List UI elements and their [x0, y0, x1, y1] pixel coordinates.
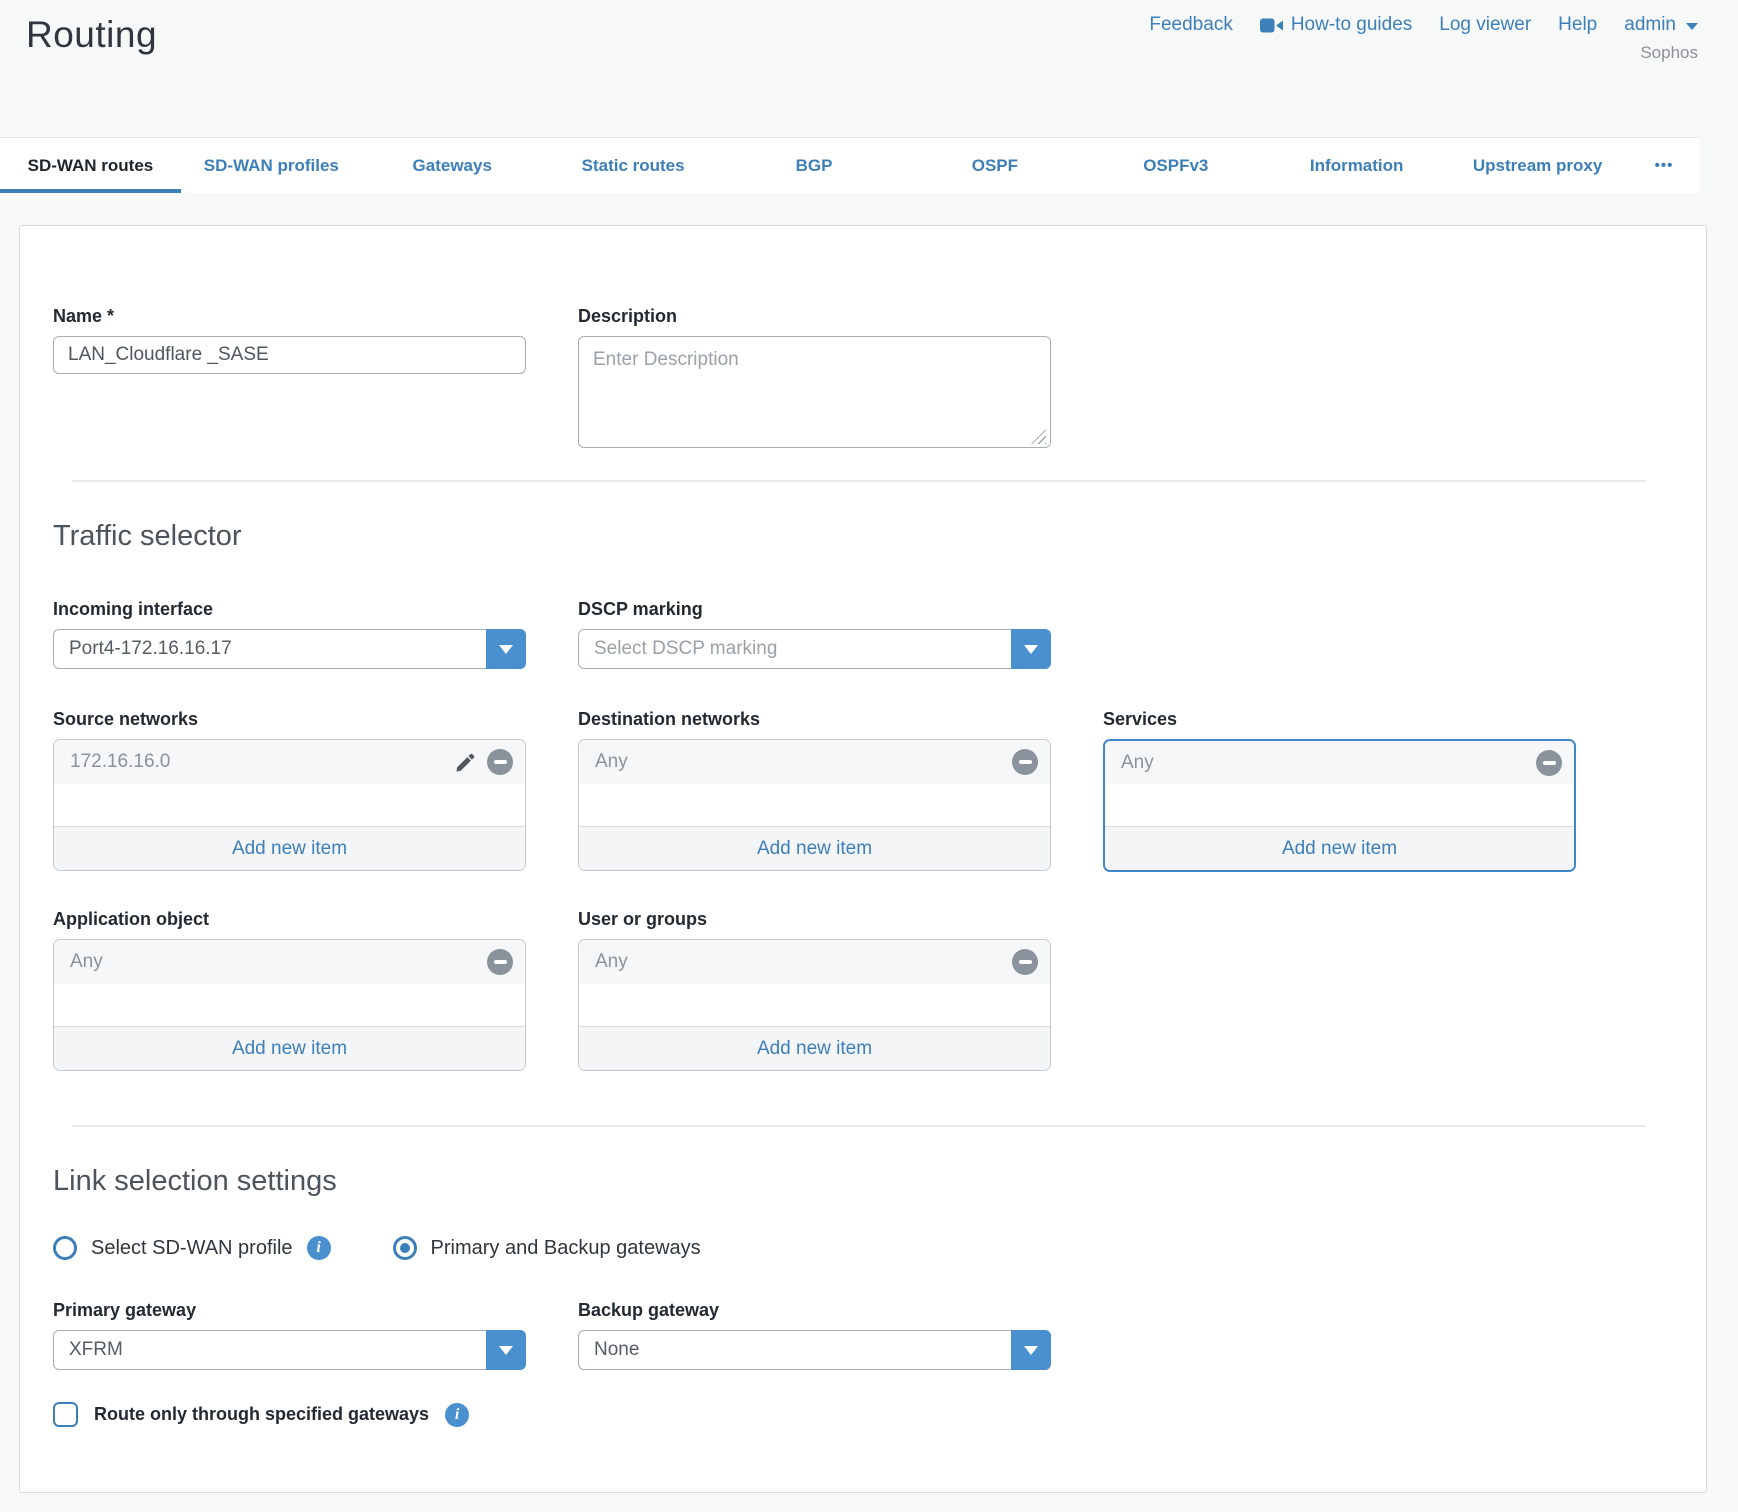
info-icon[interactable]: i [307, 1236, 331, 1260]
list-item: Any [1105, 741, 1574, 784]
feedback-link[interactable]: Feedback [1149, 14, 1232, 36]
link-selection-options: Select SD-WAN profile i Primary and Back… [53, 1236, 1706, 1260]
route-only-row: Route only through specified gateways i [53, 1402, 1706, 1427]
tab-more-ellipsis-icon[interactable]: ••• [1628, 138, 1700, 193]
tab-bgp[interactable]: BGP [724, 138, 905, 193]
divider [72, 480, 1646, 482]
list-item: Any [579, 940, 1050, 984]
help-link[interactable]: Help [1558, 14, 1597, 36]
application-object-label: Application object [53, 909, 526, 930]
pencil-icon[interactable] [454, 751, 477, 774]
tab-information[interactable]: Information [1266, 138, 1447, 193]
tab-sd-wan-profiles[interactable]: SD-WAN profiles [181, 138, 362, 193]
name-field-group: Name * [53, 306, 526, 453]
radio-icon[interactable] [393, 1236, 417, 1260]
services-label: Services [1103, 709, 1576, 730]
chevron-down-icon[interactable] [1011, 629, 1051, 669]
chevron-down-icon [1686, 23, 1698, 30]
minus-circle-icon[interactable] [1012, 749, 1038, 775]
minus-circle-icon[interactable] [487, 749, 513, 775]
primary-gateway-group: Primary gateway XFRM [53, 1300, 526, 1370]
listbox-empty-area [579, 984, 1050, 1026]
dscp-marking-label: DSCP marking [578, 599, 1051, 620]
radio-select-sd-wan-profile[interactable]: Select SD-WAN profile i [53, 1236, 331, 1260]
destination-networks-box: Any Add new item [578, 739, 1051, 871]
listbox-empty-area [54, 984, 525, 1026]
traffic-selector-heading: Traffic selector [53, 519, 1706, 553]
name-label: Name * [53, 306, 526, 327]
add-new-item-button[interactable]: Add new item [54, 826, 525, 870]
list-item: 172.16.16.0 [54, 740, 525, 784]
user-or-groups-group: User or groups Any Add new item [578, 909, 1051, 1071]
radio-icon[interactable] [53, 1236, 77, 1260]
source-networks-box: 172.16.16.0 Add new item [53, 739, 526, 871]
radio-primary-and-backup-gateways[interactable]: Primary and Backup gateways [393, 1236, 701, 1260]
page-header: Routing Feedback How-to guides Log viewe… [0, 0, 1738, 137]
description-label: Description [578, 306, 1051, 327]
log-viewer-link[interactable]: Log viewer [1439, 14, 1531, 36]
sd-wan-route-form-card: Name * Description Traffic selector Inco… [19, 225, 1707, 1493]
video-camera-icon [1260, 18, 1283, 33]
add-new-item-button[interactable]: Add new item [54, 1026, 525, 1070]
tab-static-routes[interactable]: Static routes [543, 138, 724, 193]
tab-upstream-proxy[interactable]: Upstream proxy [1447, 138, 1628, 193]
how-to-guides-link[interactable]: How-to guides [1260, 14, 1412, 36]
chevron-down-icon[interactable] [486, 629, 526, 669]
tab-ospf[interactable]: OSPF [904, 138, 1085, 193]
divider [72, 1125, 1646, 1127]
backup-gateway-label: Backup gateway [578, 1300, 1051, 1321]
user-menu[interactable]: admin [1624, 14, 1698, 36]
dscp-marking-group: DSCP marking Select DSCP marking [578, 599, 1051, 669]
link-selection-heading: Link selection settings [53, 1164, 1706, 1198]
user-or-groups-label: User or groups [578, 909, 1051, 930]
application-object-group: Application object Any Add new item [53, 909, 526, 1071]
primary-gateway-select[interactable]: XFRM [53, 1330, 526, 1370]
description-field-group: Description [578, 306, 1051, 453]
chevron-down-icon[interactable] [1011, 1330, 1051, 1370]
add-new-item-button[interactable]: Add new item [579, 826, 1050, 870]
chevron-down-icon[interactable] [486, 1330, 526, 1370]
list-item: Any [54, 940, 525, 984]
minus-circle-icon[interactable] [1536, 750, 1562, 776]
destination-networks-group: Destination networks Any Add new item [578, 709, 1051, 872]
source-networks-label: Source networks [53, 709, 526, 730]
source-networks-group: Source networks 172.16.16.0 Add new item [53, 709, 526, 872]
route-only-label: Route only through specified gateways [94, 1404, 429, 1425]
backup-gateway-select[interactable]: None [578, 1330, 1051, 1370]
tab-sd-wan-routes[interactable]: SD-WAN routes [0, 138, 181, 193]
listbox-empty-area [579, 784, 1050, 826]
incoming-interface-label: Incoming interface [53, 599, 526, 620]
page-title: Routing [26, 14, 157, 56]
services-box: Any Add new item [1103, 739, 1576, 872]
listbox-empty-area [54, 784, 525, 826]
description-textarea[interactable] [578, 336, 1051, 448]
route-only-checkbox[interactable] [53, 1402, 78, 1427]
listbox-empty-area [1105, 784, 1574, 826]
add-new-item-button[interactable]: Add new item [579, 1026, 1050, 1070]
info-icon[interactable]: i [445, 1403, 469, 1427]
routing-tabbar: SD-WAN routes SD-WAN profiles Gateways S… [0, 137, 1700, 193]
dscp-marking-select[interactable]: Select DSCP marking [578, 629, 1051, 669]
tab-gateways[interactable]: Gateways [362, 138, 543, 193]
tab-ospfv3[interactable]: OSPFv3 [1085, 138, 1266, 193]
incoming-interface-group: Incoming interface Port4-172.16.16.17 [53, 599, 526, 669]
header-right: Feedback How-to guides Log viewer Help a… [1149, 14, 1698, 63]
list-item: Any [579, 740, 1050, 784]
backup-gateway-group: Backup gateway None [578, 1300, 1051, 1370]
application-object-box: Any Add new item [53, 939, 526, 1071]
user-or-groups-box: Any Add new item [578, 939, 1051, 1071]
name-input[interactable] [53, 336, 526, 374]
primary-gateway-label: Primary gateway [53, 1300, 526, 1321]
services-group: Services Any Add new item [1103, 709, 1576, 872]
minus-circle-icon[interactable] [1012, 949, 1038, 975]
add-new-item-button[interactable]: Add new item [1105, 826, 1574, 870]
minus-circle-icon[interactable] [487, 949, 513, 975]
brand-label: Sophos [1149, 43, 1698, 63]
destination-networks-label: Destination networks [578, 709, 1051, 730]
header-links: Feedback How-to guides Log viewer Help a… [1149, 14, 1698, 36]
incoming-interface-select[interactable]: Port4-172.16.16.17 [53, 629, 526, 669]
